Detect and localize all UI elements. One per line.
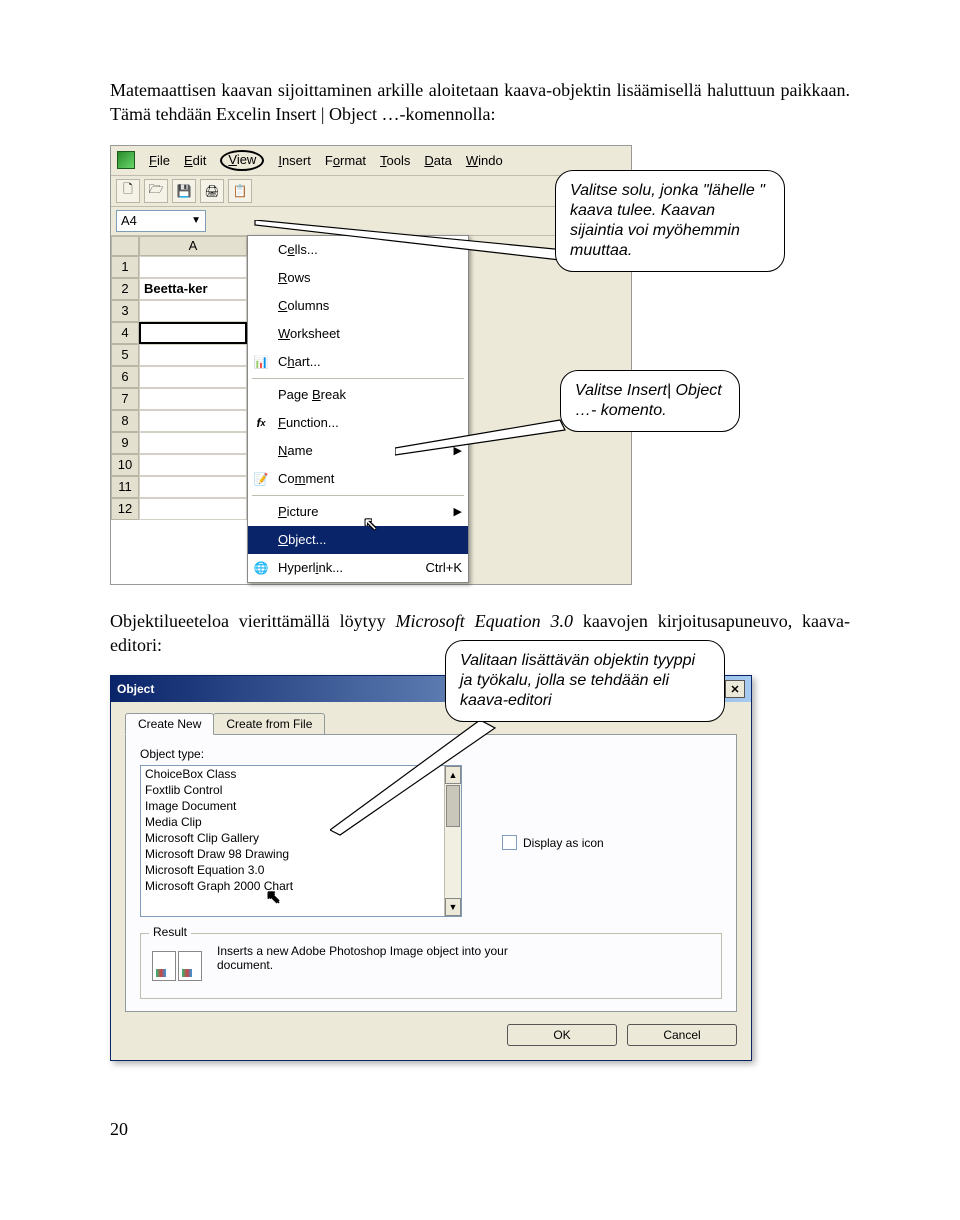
excel-toolbar: 🗋 🗁 💾 🖨 📋 (111, 176, 631, 207)
result-icon (151, 944, 203, 988)
cell-a6[interactable] (139, 366, 247, 388)
menu-worksheet[interactable]: Worksheet (248, 320, 468, 348)
spreadsheet-grid: A 1 2Beetta-ker 3 4 5 6 7 8 9 10 11 12 (111, 236, 247, 584)
dialog-title: Object (117, 682, 154, 696)
cell-a10[interactable] (139, 454, 247, 476)
excel-screenshot: FFileile Edit View Insert Format Tools D… (110, 145, 632, 585)
excel-menu-bar: FFileile Edit View Insert Format Tools D… (111, 146, 631, 176)
cell-a7[interactable] (139, 388, 247, 410)
print-icon[interactable]: 🖨 (200, 179, 224, 203)
cell-a11[interactable] (139, 476, 247, 498)
row-head-8[interactable]: 8 (111, 410, 139, 432)
cell-a12[interactable] (139, 498, 247, 520)
row-head-2[interactable]: 2 (111, 278, 139, 300)
menu-insert[interactable]: Insert (278, 153, 311, 168)
result-group: Result Inserts a new Adobe Photoshop Ima… (140, 933, 722, 999)
ok-button[interactable]: OK (507, 1024, 617, 1046)
cell-a5[interactable] (139, 344, 247, 366)
submenu-arrow-icon: ▶ (454, 505, 462, 518)
menu-object[interactable]: Object... (248, 526, 468, 554)
row-head-12[interactable]: 12 (111, 498, 139, 520)
checkbox-label: Display as icon (523, 836, 604, 850)
cell-a3[interactable] (139, 300, 247, 322)
result-legend: Result (149, 925, 191, 939)
callout-insert-object: Valitse Insert| Object …- komento. (560, 370, 740, 432)
cell-a8[interactable] (139, 410, 247, 432)
new-icon[interactable]: 🗋 (116, 179, 140, 203)
chart-icon: 📊 (252, 353, 270, 371)
row-head-4[interactable]: 4 (111, 322, 139, 344)
close-icon[interactable]: ✕ (725, 680, 745, 698)
menu-edit[interactable]: Edit (184, 153, 206, 168)
open-icon[interactable]: 🗁 (144, 179, 168, 203)
tab-create-from-file[interactable]: Create from File (213, 713, 325, 735)
menu-tools[interactable]: Tools (380, 153, 410, 168)
row-head-1[interactable]: 1 (111, 256, 139, 278)
menu-data[interactable]: Data (424, 153, 451, 168)
callout-select-type: Valitaan lisättävän objektin tyyppi ja t… (445, 640, 725, 722)
list-item[interactable]: Microsoft Equation 3.0 (141, 862, 461, 878)
cell-a1[interactable] (139, 256, 247, 278)
name-box-value: A4 (121, 213, 137, 228)
menu-separator (252, 495, 464, 496)
result-text: Inserts a new Adobe Photoshop Image obje… (217, 944, 557, 972)
row-head-5[interactable]: 5 (111, 344, 139, 366)
excel-icon (117, 151, 135, 169)
menu-file[interactable]: FFileile (149, 153, 170, 168)
menu-separator (252, 378, 464, 379)
menu-comment[interactable]: 📝Comment (248, 465, 468, 493)
col-header-a[interactable]: A (139, 236, 247, 256)
callout-select-cell: Valitse solu, jonka "lähelle " kaava tul… (555, 170, 785, 272)
cancel-button[interactable]: Cancel (627, 1024, 737, 1046)
menu-view[interactable]: View (220, 150, 264, 171)
menu-window[interactable]: Windo (466, 153, 502, 168)
name-box[interactable]: A4 ▼ (116, 210, 206, 232)
save-icon[interactable]: 💾 (172, 179, 196, 203)
dropdown-icon[interactable]: ▼ (191, 215, 201, 226)
list-item[interactable]: Microsoft Draw 98 Drawing (141, 846, 461, 862)
fx-icon: fx (252, 414, 270, 432)
row-head-9[interactable]: 9 (111, 432, 139, 454)
page-number: 20 (110, 1119, 128, 1140)
tab-create-new[interactable]: Create New (125, 713, 214, 735)
display-as-icon-checkbox[interactable]: Display as icon (502, 835, 604, 850)
menu-chart[interactable]: 📊Chart... (248, 348, 468, 376)
cell-a2[interactable]: Beetta-ker (139, 278, 247, 300)
row-head-6[interactable]: 6 (111, 366, 139, 388)
shortcut-text: Ctrl+K (426, 560, 462, 575)
row-head-10[interactable]: 10 (111, 454, 139, 476)
paragraph-intro: Matemaattisen kaavan sijoittaminen arkil… (110, 78, 850, 127)
clipboard-icon[interactable]: 📋 (228, 179, 252, 203)
menu-hyperlink[interactable]: 🌐Hyperlink...Ctrl+K (248, 554, 468, 582)
comment-icon: 📝 (252, 470, 270, 488)
list-item[interactable]: Microsoft Graph 2000 Chart (141, 878, 461, 894)
cell-a9[interactable] (139, 432, 247, 454)
cell-a4[interactable] (139, 322, 247, 344)
menu-picture[interactable]: Picture▶ (248, 498, 468, 526)
globe-icon: 🌐 (252, 559, 270, 577)
select-all-corner[interactable] (111, 236, 139, 256)
row-head-11[interactable]: 11 (111, 476, 139, 498)
row-head-3[interactable]: 3 (111, 300, 139, 322)
menu-format[interactable]: Format (325, 153, 366, 168)
scroll-down-icon[interactable]: ▼ (445, 898, 461, 916)
row-head-7[interactable]: 7 (111, 388, 139, 410)
